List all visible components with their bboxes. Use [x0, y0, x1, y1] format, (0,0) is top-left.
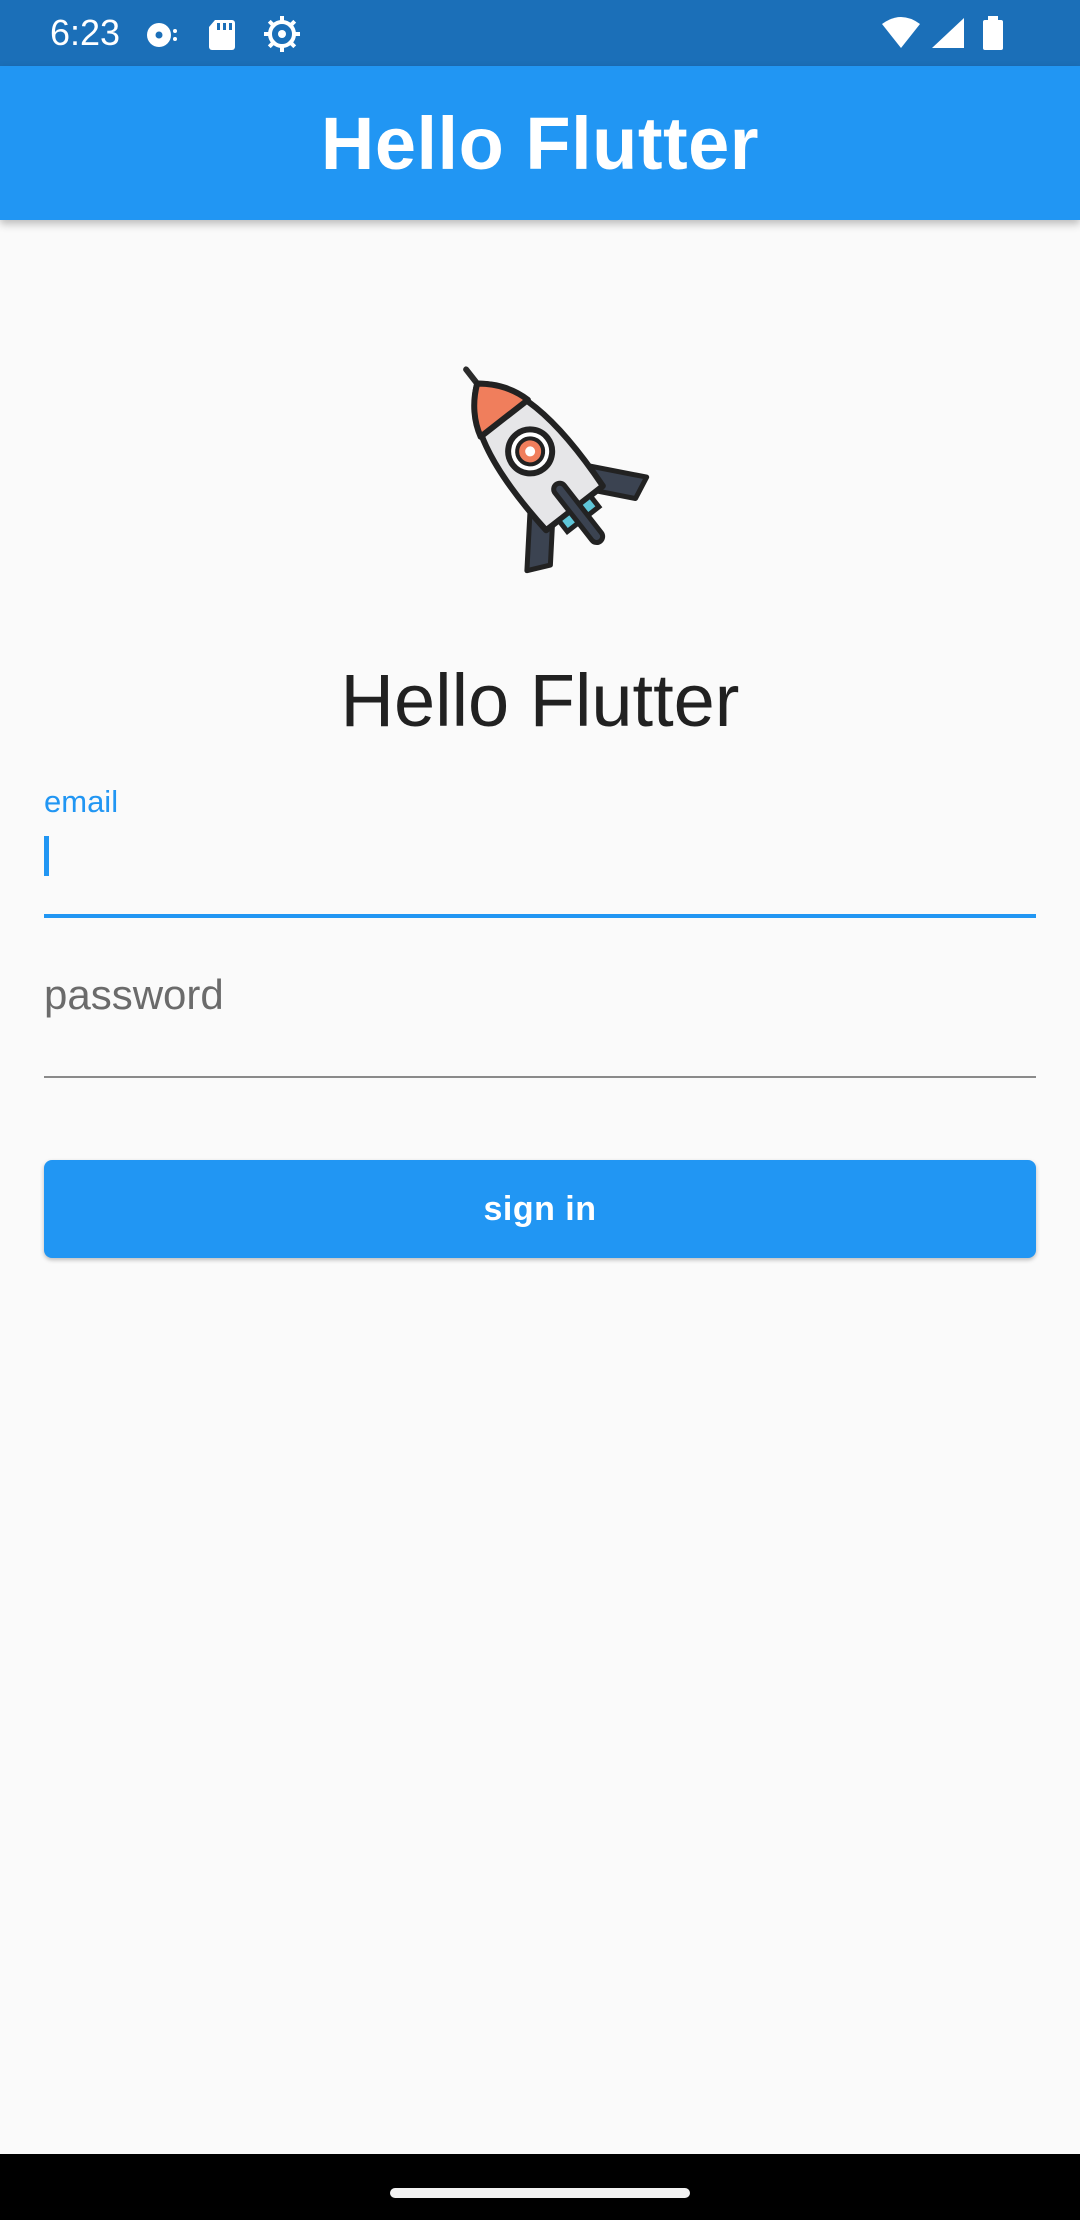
email-field-underline: [44, 914, 1036, 918]
settings-gear-icon: [262, 14, 302, 54]
wifi-icon: [880, 14, 922, 54]
page-heading: Hello Flutter: [340, 659, 740, 742]
battery-icon: [978, 14, 1008, 54]
home-indicator[interactable]: [390, 2188, 690, 2198]
status-bar: 6:23: [0, 0, 1080, 66]
password-field-underline: [44, 1076, 1036, 1078]
email-field[interactable]: email: [44, 780, 1036, 920]
text-cursor: [44, 836, 49, 876]
app-bar-title: Hello Flutter: [320, 101, 760, 185]
status-time: 6:23: [50, 12, 121, 53]
email-input[interactable]: [44, 832, 1036, 898]
password-field[interactable]: [44, 960, 1036, 1080]
sd-card-icon: [202, 14, 242, 54]
navigation-bar: [0, 2154, 1080, 2220]
email-field-label: email: [44, 784, 119, 819]
rocket-icon: [420, 344, 660, 584]
media-icon: [142, 14, 182, 54]
app-bar: Hello Flutter: [0, 66, 1080, 220]
sign-in-button[interactable]: sign in: [44, 1160, 1036, 1258]
password-input[interactable]: [44, 960, 1036, 1030]
cell-signal-icon: [928, 14, 968, 54]
